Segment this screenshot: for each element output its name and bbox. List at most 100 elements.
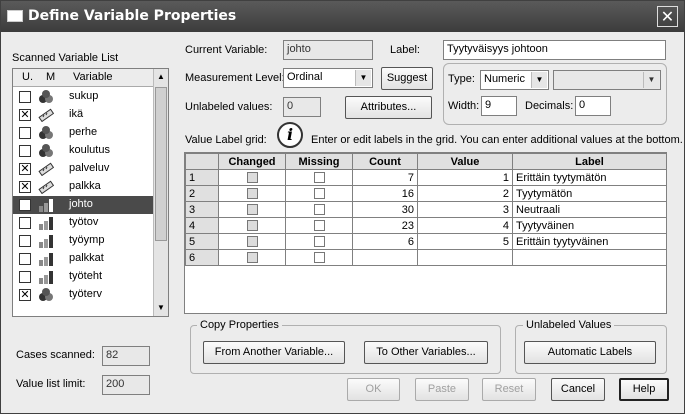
missing-cell[interactable] <box>285 217 353 234</box>
ok-button[interactable]: OK <box>347 378 400 401</box>
list-item-name: perhe <box>69 126 98 138</box>
dialog-window: Define Variable Properties ✕ Scanned Var… <box>0 0 685 414</box>
missing-cell[interactable] <box>285 185 353 202</box>
list-item[interactable]: ✕ ikä <box>13 106 154 124</box>
list-item[interactable]: ✕ palveluv <box>13 160 154 178</box>
grid-row[interactable]: 6 <box>185 249 667 266</box>
count-cell: 6 <box>352 233 418 250</box>
list-item-name: palveluv <box>69 162 110 174</box>
list-item-checkbox[interactable] <box>19 199 31 211</box>
paste-button[interactable]: Paste <box>415 378 469 401</box>
list-item[interactable]: sukup <box>13 88 154 106</box>
label-cell[interactable]: Tyytymätön <box>512 185 667 202</box>
list-item-name: palkka <box>69 180 101 192</box>
list-item[interactable]: perhe <box>13 124 154 142</box>
list-item[interactable]: työteht <box>13 268 154 286</box>
to-other-variables-button[interactable]: To Other Variables... <box>364 341 488 364</box>
nominal-icon <box>38 144 54 158</box>
col-header-variable: Variable <box>73 71 113 83</box>
list-item-checkbox[interactable]: ✕ <box>19 109 31 121</box>
scroll-thumb[interactable] <box>155 87 167 241</box>
missing-cell[interactable] <box>285 169 353 186</box>
missing-checkbox[interactable] <box>313 236 325 248</box>
missing-checkbox[interactable] <box>313 252 325 264</box>
nominal-icon <box>38 90 54 104</box>
from-another-variable-button[interactable]: From Another Variable... <box>203 341 345 364</box>
list-item-checkbox[interactable]: ✕ <box>19 181 31 193</box>
missing-cell[interactable] <box>285 233 353 250</box>
grid-row[interactable]: 1 7 1 Erittäin tyytymätön <box>185 169 667 186</box>
suggest-button[interactable]: Suggest <box>381 67 433 90</box>
value-cell[interactable]: 4 <box>417 217 513 234</box>
scale-icon <box>38 108 55 123</box>
help-button[interactable]: Help <box>619 378 669 401</box>
list-item-checkbox[interactable] <box>19 217 31 229</box>
label-cell[interactable]: Erittäin tyytyväinen <box>512 233 667 250</box>
label-cell[interactable]: Tyytyväinen <box>512 217 667 234</box>
value-cell[interactable]: 3 <box>417 201 513 218</box>
changed-cell <box>218 201 286 218</box>
count-cell: 7 <box>352 169 418 186</box>
value-label-grid[interactable]: Changed Missing Count Value Label 1 7 1 Eri… <box>185 153 667 266</box>
current-variable-field: johto <box>283 40 373 60</box>
list-item[interactable]: ✕ työterv <box>13 286 154 304</box>
grid-row[interactable]: 4 23 4 Tyytyväinen <box>185 217 667 234</box>
list-scrollbar[interactable]: ▲ ▼ <box>153 69 168 316</box>
list-item[interactable]: palkkat <box>13 250 154 268</box>
list-item-checkbox[interactable] <box>19 271 31 283</box>
list-item-name: koulutus <box>69 144 110 156</box>
label-cell[interactable]: Erittäin tyytymätön <box>512 169 667 186</box>
grid-row[interactable]: 3 30 3 Neutraali <box>185 201 667 218</box>
cases-scanned-field: 82 <box>102 346 150 366</box>
count-cell: 30 <box>352 201 418 218</box>
attributes-button[interactable]: Attributes... <box>345 96 432 119</box>
list-header: U. M Variable <box>13 69 154 87</box>
width-input[interactable]: 9 <box>481 96 517 116</box>
label-input[interactable]: Tyytyväisyys johtoon <box>443 40 666 60</box>
value-cell[interactable]: 2 <box>417 185 513 202</box>
missing-cell[interactable] <box>285 201 353 218</box>
list-item-checkbox[interactable]: ✕ <box>19 289 31 301</box>
label-cell[interactable]: Neutraali <box>512 201 667 218</box>
list-item[interactable]: työtov <box>13 214 154 232</box>
decimals-input[interactable]: 0 <box>575 96 611 116</box>
list-item[interactable]: koulutus <box>13 142 154 160</box>
grid-row[interactable]: 2 16 2 Tyytymätön <box>185 185 667 202</box>
automatic-labels-button[interactable]: Automatic Labels <box>524 341 656 364</box>
changed-checkbox <box>246 220 258 232</box>
value-list-limit-label: Value list limit: <box>16 378 86 390</box>
count-cell <box>352 249 418 266</box>
list-item-checkbox[interactable] <box>19 235 31 247</box>
missing-checkbox[interactable] <box>313 204 325 216</box>
missing-checkbox[interactable] <box>313 172 325 184</box>
reset-button[interactable]: Reset <box>482 378 536 401</box>
scroll-down-icon[interactable]: ▼ <box>155 301 167 315</box>
list-item-name: työymp <box>69 234 105 246</box>
list-item-checkbox[interactable] <box>19 145 31 157</box>
grid-info-text: Enter or edit labels in the grid. You ca… <box>311 134 683 146</box>
cancel-button[interactable]: Cancel <box>551 378 605 401</box>
value-cell[interactable]: 5 <box>417 233 513 250</box>
missing-checkbox[interactable] <box>313 220 325 232</box>
value-cell[interactable]: 1 <box>417 169 513 186</box>
missing-cell[interactable] <box>285 249 353 266</box>
list-item-checkbox[interactable] <box>19 127 31 139</box>
close-button[interactable]: ✕ <box>657 6 678 27</box>
missing-checkbox[interactable] <box>313 188 325 200</box>
scroll-up-icon[interactable]: ▲ <box>155 70 167 84</box>
list-item-checkbox[interactable] <box>19 91 31 103</box>
value-cell[interactable] <box>417 249 513 266</box>
list-item-checkbox[interactable]: ✕ <box>19 163 31 175</box>
list-item[interactable]: johto <box>13 196 154 214</box>
nominal-icon <box>38 126 54 140</box>
label-cell[interactable] <box>512 249 667 266</box>
list-item[interactable]: työymp <box>13 232 154 250</box>
scanned-variable-list[interactable]: U. M Variable sukup ✕ ikä perhe koulutus ✕ pal… <box>12 68 169 317</box>
type-select[interactable]: Numeric ▼ <box>480 70 549 90</box>
list-item-checkbox[interactable] <box>19 253 31 265</box>
type-label: Type: <box>448 73 475 85</box>
measurement-level-select[interactable]: Ordinal ▼ <box>283 68 373 88</box>
list-item[interactable]: ✕ palkka <box>13 178 154 196</box>
chevron-down-icon: ▼ <box>355 70 371 86</box>
grid-row[interactable]: 5 6 5 Erittäin tyytyväinen <box>185 233 667 250</box>
